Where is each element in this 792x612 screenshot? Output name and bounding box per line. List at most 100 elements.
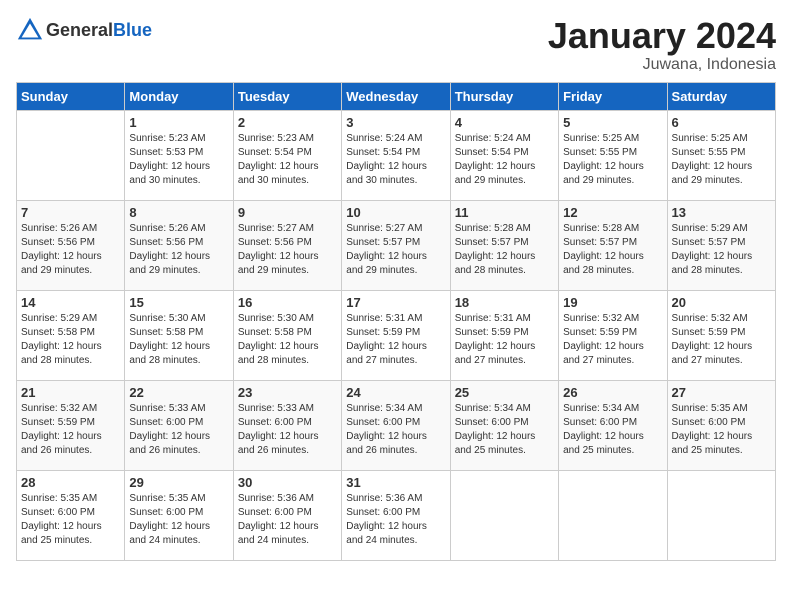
week-row-4: 21Sunrise: 5:32 AMSunset: 5:59 PMDayligh… [17, 380, 776, 470]
calendar-table: SundayMondayTuesdayWednesdayThursdayFrid… [16, 82, 776, 561]
day-info: Sunrise: 5:35 AMSunset: 6:00 PMDaylight:… [21, 492, 120, 548]
day-info: Sunrise: 5:32 AMSunset: 5:59 PMDaylight:… [563, 312, 662, 368]
day-info: Sunrise: 5:26 AMSunset: 5:56 PMDaylight:… [21, 222, 120, 278]
logo-icon [16, 16, 44, 44]
day-number: 4 [455, 115, 554, 130]
week-row-2: 7Sunrise: 5:26 AMSunset: 5:56 PMDaylight… [17, 200, 776, 290]
day-cell: 12 Sunrise: 5:28 AMSunset: 5:57 PMDayligh… [559, 200, 667, 290]
day-info: Sunrise: 5:26 AMSunset: 5:56 PMDaylight:… [129, 222, 228, 278]
day-info: Sunrise: 5:35 AMSunset: 6:00 PMDaylight:… [129, 492, 228, 548]
day-cell: 8 Sunrise: 5:26 AMSunset: 5:56 PMDaylight… [125, 200, 233, 290]
day-cell: 11 Sunrise: 5:28 AMSunset: 5:57 PMDayligh… [450, 200, 558, 290]
day-cell: 19 Sunrise: 5:32 AMSunset: 5:59 PMDayligh… [559, 290, 667, 380]
day-number: 22 [129, 385, 228, 400]
day-info: Sunrise: 5:31 AMSunset: 5:59 PMDaylight:… [455, 312, 554, 368]
month-title: January 2024 [548, 16, 776, 56]
day-number: 1 [129, 115, 228, 130]
day-info: Sunrise: 5:27 AMSunset: 5:56 PMDaylight:… [238, 222, 337, 278]
day-info: Sunrise: 5:24 AMSunset: 5:54 PMDaylight:… [455, 132, 554, 188]
day-info: Sunrise: 5:28 AMSunset: 5:57 PMDaylight:… [563, 222, 662, 278]
day-number: 11 [455, 205, 554, 220]
day-number: 15 [129, 295, 228, 310]
day-info: Sunrise: 5:24 AMSunset: 5:54 PMDaylight:… [346, 132, 445, 188]
day-number: 12 [563, 205, 662, 220]
day-cell: 18Sunrise: 5:31 AMSunset: 5:59 PMDayligh… [450, 290, 558, 380]
day-cell: 21Sunrise: 5:32 AMSunset: 5:59 PMDayligh… [17, 380, 125, 470]
day-number: 3 [346, 115, 445, 130]
day-cell [17, 110, 125, 200]
day-cell [667, 470, 775, 560]
day-cell: 1Sunrise: 5:23 AMSunset: 5:53 PMDaylight… [125, 110, 233, 200]
day-number: 27 [672, 385, 771, 400]
header-cell-friday: Friday [559, 82, 667, 110]
week-row-1: 1Sunrise: 5:23 AMSunset: 5:53 PMDaylight… [17, 110, 776, 200]
day-number: 25 [455, 385, 554, 400]
day-cell: 10Sunrise: 5:27 AMSunset: 5:57 PMDayligh… [342, 200, 450, 290]
day-number: 2 [238, 115, 337, 130]
week-row-5: 28 Sunrise: 5:35 AMSunset: 6:00 PMDayligh… [17, 470, 776, 560]
week-row-3: 14 Sunrise: 5:29 AMSunset: 5:58 PMDayligh… [17, 290, 776, 380]
header-cell-sunday: Sunday [17, 82, 125, 110]
day-number: 28 [21, 475, 120, 490]
day-info: Sunrise: 5:34 AMSunset: 6:00 PMDaylight:… [346, 402, 445, 458]
day-info: Sunrise: 5:30 AMSunset: 5:58 PMDaylight:… [129, 312, 228, 368]
day-cell: 26Sunrise: 5:34 AMSunset: 6:00 PMDayligh… [559, 380, 667, 470]
day-cell: 16Sunrise: 5:30 AMSunset: 5:58 PMDayligh… [233, 290, 341, 380]
day-cell [450, 470, 558, 560]
day-info: Sunrise: 5:33 AMSunset: 6:00 PMDaylight:… [238, 402, 337, 458]
day-cell: 9 Sunrise: 5:27 AMSunset: 5:56 PMDaylight… [233, 200, 341, 290]
day-cell: 24 Sunrise: 5:34 AMSunset: 6:00 PMDayligh… [342, 380, 450, 470]
day-number: 24 [346, 385, 445, 400]
header-cell-monday: Monday [125, 82, 233, 110]
day-info: Sunrise: 5:32 AMSunset: 5:59 PMDaylight:… [672, 312, 771, 368]
day-cell: 13Sunrise: 5:29 AMSunset: 5:57 PMDayligh… [667, 200, 775, 290]
header-cell-tuesday: Tuesday [233, 82, 341, 110]
day-number: 8 [129, 205, 228, 220]
day-cell: 27Sunrise: 5:35 AMSunset: 6:00 PMDayligh… [667, 380, 775, 470]
day-cell: 5 Sunrise: 5:25 AMSunset: 5:55 PMDaylight… [559, 110, 667, 200]
day-info: Sunrise: 5:25 AMSunset: 5:55 PMDaylight:… [672, 132, 771, 188]
day-cell: 14 Sunrise: 5:29 AMSunset: 5:58 PMDayligh… [17, 290, 125, 380]
day-cell: 6 Sunrise: 5:25 AMSunset: 5:55 PMDaylight… [667, 110, 775, 200]
day-cell: 2Sunrise: 5:23 AMSunset: 5:54 PMDaylight… [233, 110, 341, 200]
title-block: January 2024 Juwana, Indonesia [548, 16, 776, 74]
day-cell [559, 470, 667, 560]
day-info: Sunrise: 5:27 AMSunset: 5:57 PMDaylight:… [346, 222, 445, 278]
day-number: 30 [238, 475, 337, 490]
logo-blue-text: Blue [113, 20, 152, 40]
day-number: 6 [672, 115, 771, 130]
day-info: Sunrise: 5:34 AMSunset: 6:00 PMDaylight:… [563, 402, 662, 458]
day-number: 5 [563, 115, 662, 130]
header-row: SundayMondayTuesdayWednesdayThursdayFrid… [17, 82, 776, 110]
page-header: GeneralBlue January 2024 Juwana, Indones… [16, 16, 776, 74]
day-info: Sunrise: 5:34 AMSunset: 6:00 PMDaylight:… [455, 402, 554, 458]
day-info: Sunrise: 5:33 AMSunset: 6:00 PMDaylight:… [129, 402, 228, 458]
day-info: Sunrise: 5:31 AMSunset: 5:59 PMDaylight:… [346, 312, 445, 368]
day-number: 29 [129, 475, 228, 490]
logo-general-text: General [46, 20, 113, 40]
day-cell: 15 Sunrise: 5:30 AMSunset: 5:58 PMDayligh… [125, 290, 233, 380]
day-cell: 25 Sunrise: 5:34 AMSunset: 6:00 PMDayligh… [450, 380, 558, 470]
day-info: Sunrise: 5:30 AMSunset: 5:58 PMDaylight:… [238, 312, 337, 368]
location: Juwana, Indonesia [548, 56, 776, 74]
day-cell: 22 Sunrise: 5:33 AMSunset: 6:00 PMDayligh… [125, 380, 233, 470]
day-cell: 31Sunrise: 5:36 AMSunset: 6:00 PMDayligh… [342, 470, 450, 560]
day-cell: 20 Sunrise: 5:32 AMSunset: 5:59 PMDayligh… [667, 290, 775, 380]
day-info: Sunrise: 5:28 AMSunset: 5:57 PMDaylight:… [455, 222, 554, 278]
day-number: 14 [21, 295, 120, 310]
day-cell: 17 Sunrise: 5:31 AMSunset: 5:59 PMDayligh… [342, 290, 450, 380]
day-number: 31 [346, 475, 445, 490]
calendar-body: 1Sunrise: 5:23 AMSunset: 5:53 PMDaylight… [17, 110, 776, 560]
day-number: 23 [238, 385, 337, 400]
day-cell: 29 Sunrise: 5:35 AMSunset: 6:00 PMDayligh… [125, 470, 233, 560]
day-number: 9 [238, 205, 337, 220]
day-cell: 28 Sunrise: 5:35 AMSunset: 6:00 PMDayligh… [17, 470, 125, 560]
day-number: 21 [21, 385, 120, 400]
header-cell-saturday: Saturday [667, 82, 775, 110]
day-number: 20 [672, 295, 771, 310]
day-number: 19 [563, 295, 662, 310]
day-number: 17 [346, 295, 445, 310]
day-info: Sunrise: 5:29 AMSunset: 5:58 PMDaylight:… [21, 312, 120, 368]
calendar-header: SundayMondayTuesdayWednesdayThursdayFrid… [17, 82, 776, 110]
day-info: Sunrise: 5:25 AMSunset: 5:55 PMDaylight:… [563, 132, 662, 188]
